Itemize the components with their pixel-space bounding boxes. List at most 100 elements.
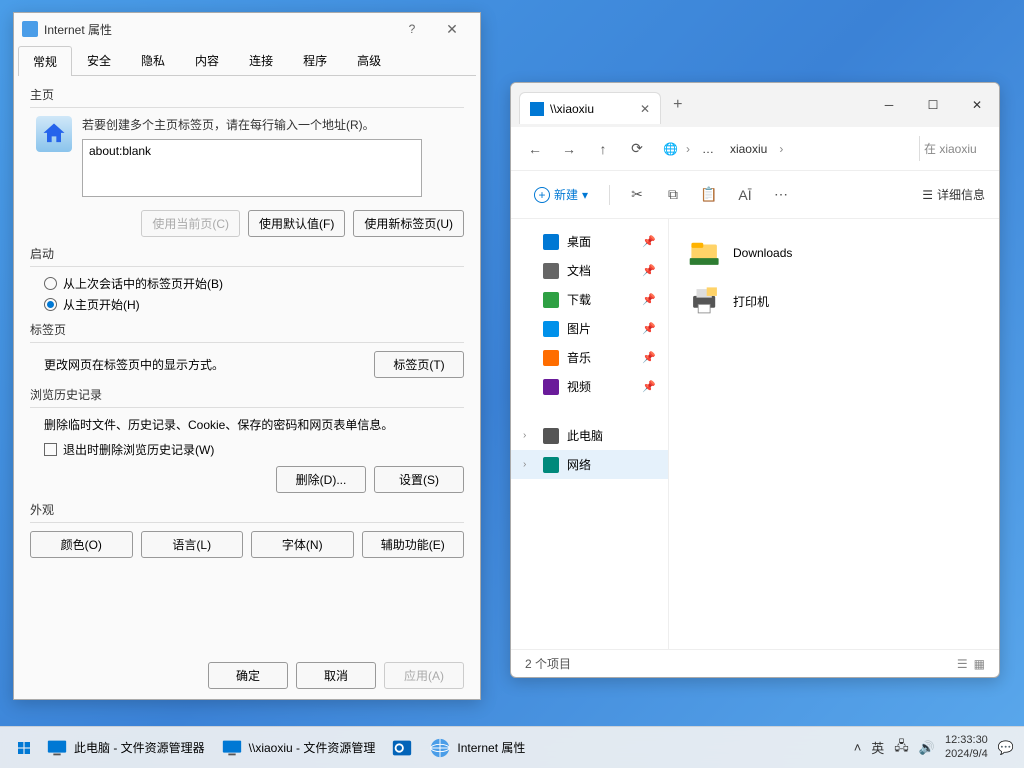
colors-button[interactable]: 颜色(O)	[30, 531, 133, 558]
explorer-tab[interactable]: \\xiaoxiu ✕	[519, 92, 661, 124]
rename-icon[interactable]: AĪ	[730, 180, 760, 210]
volume-icon[interactable]: 🔊	[919, 740, 935, 756]
taskbar-outlook[interactable]	[383, 732, 421, 764]
taskbar-explorer-thispc[interactable]: 此电脑 - 文件资源管理器	[38, 732, 213, 764]
sidebar-documents[interactable]: 文档📌	[511, 256, 668, 285]
delete-button[interactable]: 删除(D)...	[276, 466, 366, 493]
taskbar-explorer-xiaoxiu[interactable]: \\xiaoxiu - 文件资源管理	[213, 732, 384, 764]
tabs-button[interactable]: 标签页(T)	[374, 351, 464, 378]
home-icon	[36, 116, 72, 152]
sidebar-downloads[interactable]: 下载📌	[511, 285, 668, 314]
back-button[interactable]: ←	[521, 135, 549, 163]
details-icon: ☰	[922, 188, 933, 202]
ok-button[interactable]: 确定	[208, 662, 288, 689]
address-bar[interactable]: 🌐 › … xiaoxiu ›	[657, 140, 913, 158]
taskbar-internet-properties[interactable]: Internet 属性	[421, 732, 533, 764]
apply-button: 应用(A)	[384, 662, 464, 689]
tab-connections[interactable]: 连接	[234, 45, 288, 75]
use-current-button: 使用当前页(C)	[141, 210, 240, 237]
breadcrumb-location[interactable]: xiaoxiu	[726, 140, 771, 158]
home-input[interactable]	[82, 139, 422, 197]
network-icon[interactable]: 🖧	[894, 737, 909, 759]
sidebar-pictures[interactable]: 图片📌	[511, 314, 668, 343]
new-tab-button[interactable]: +	[673, 96, 682, 114]
file-downloads[interactable]: Downloads	[683, 229, 985, 277]
tab-advanced[interactable]: 高级	[342, 45, 396, 75]
paste-icon[interactable]: 📋	[694, 180, 724, 210]
settings-button[interactable]: 设置(S)	[374, 466, 464, 493]
start-button[interactable]	[10, 734, 38, 762]
pin-icon: 📌	[642, 322, 656, 335]
use-default-button[interactable]: 使用默认值(F)	[248, 210, 345, 237]
tab-content[interactable]: 内容	[180, 45, 234, 75]
radio-icon	[44, 298, 57, 311]
refresh-button[interactable]: ⟳	[623, 135, 651, 163]
ime-indicator[interactable]: 英	[871, 738, 884, 757]
use-newtab-button[interactable]: 使用新标签页(U)	[353, 210, 464, 237]
view-list-icon[interactable]: ☰	[957, 657, 968, 671]
dialog-content: 主页 若要创建多个主页标签页，请在每行输入一个地址(R)。 使用当前页(C) 使…	[14, 76, 480, 576]
pin-icon: 📌	[642, 293, 656, 306]
new-button[interactable]: + 新建 ▾	[525, 181, 597, 208]
pin-icon: 📌	[642, 380, 656, 393]
forward-button[interactable]: →	[555, 135, 583, 163]
tab-title: \\xiaoxiu	[550, 102, 594, 116]
accessibility-button[interactable]: 辅助功能(E)	[362, 531, 465, 558]
home-desc: 若要创建多个主页标签页，请在每行输入一个地址(R)。	[82, 116, 422, 133]
system-tray: ˄ 英 🖧 🔊 12:33:30 2024/9/4 💬	[854, 734, 1014, 760]
delete-on-exit-checkbox[interactable]: 退出时删除浏览历史记录(W)	[44, 441, 464, 458]
clock[interactable]: 12:33:30 2024/9/4	[945, 734, 988, 760]
copy-icon[interactable]: ⧉	[658, 180, 688, 210]
tab-privacy[interactable]: 隐私	[126, 45, 180, 75]
cut-icon[interactable]: ✂	[622, 180, 652, 210]
view-grid-icon[interactable]: ▦	[974, 657, 985, 671]
sidebar-network[interactable]: ›网络	[511, 450, 668, 479]
pin-icon: 📌	[642, 264, 656, 277]
notifications-icon[interactable]: 💬	[998, 740, 1014, 756]
chevron-right-icon: ›	[523, 459, 535, 470]
nav-bar: ← → ↑ ⟳ 🌐 › … xiaoxiu › 在 xiaoxiu	[511, 127, 999, 171]
details-button[interactable]: ☰ 详细信息	[922, 186, 985, 203]
fonts-button[interactable]: 字体(N)	[251, 531, 354, 558]
tray-chevron-icon[interactable]: ˄	[854, 740, 862, 755]
file-printer[interactable]: 打印机	[683, 277, 985, 325]
file-label: 打印机	[733, 293, 769, 310]
cancel-button[interactable]: 取消	[296, 662, 376, 689]
tab-close-icon[interactable]: ✕	[640, 102, 650, 116]
status-text: 2 个项目	[525, 655, 571, 672]
close-button[interactable]: ✕	[432, 21, 472, 38]
explorer-window: \\xiaoxiu ✕ + ─ ☐ ✕ ← → ↑ ⟳ 🌐 › … xiaoxi…	[510, 82, 1000, 678]
sidebar: 桌面📌 文档📌 下载📌 图片📌 音乐📌 视频📌 ›此电脑 ›网络	[511, 219, 669, 649]
more-icon[interactable]: ⋯	[766, 180, 796, 210]
dialog-footer: 确定 取消 应用(A)	[208, 662, 464, 689]
minimize-button[interactable]: ─	[867, 89, 911, 121]
sidebar-desktop[interactable]: 桌面📌	[511, 227, 668, 256]
breadcrumb-dots[interactable]: …	[698, 140, 718, 158]
startup-group-label: 启动	[30, 245, 464, 262]
dialog-title: Internet 属性	[44, 21, 112, 38]
tab-general[interactable]: 常规	[18, 46, 72, 76]
maximize-button[interactable]: ☐	[911, 89, 955, 121]
window-close-button[interactable]: ✕	[955, 89, 999, 121]
chevron-right-icon: ›	[779, 142, 783, 156]
home-group-label: 主页	[30, 86, 464, 103]
globe-icon: 🌐	[663, 142, 678, 156]
up-button[interactable]: ↑	[589, 135, 617, 163]
explorer-titlebar: \\xiaoxiu ✕ + ─ ☐ ✕	[511, 83, 999, 127]
sidebar-videos[interactable]: 视频📌	[511, 372, 668, 401]
tab-icon	[530, 102, 544, 116]
pin-icon: 📌	[642, 351, 656, 364]
tab-security[interactable]: 安全	[72, 45, 126, 75]
checkbox-icon	[44, 443, 57, 456]
tab-programs[interactable]: 程序	[288, 45, 342, 75]
chevron-down-icon: ▾	[582, 188, 588, 202]
dialog-icon	[22, 21, 38, 37]
startup-home-radio[interactable]: 从主页开始(H)	[44, 296, 464, 313]
startup-last-session-radio[interactable]: 从上次会话中的标签页开始(B)	[44, 275, 464, 292]
sidebar-music[interactable]: 音乐📌	[511, 343, 668, 372]
languages-button[interactable]: 语言(L)	[141, 531, 244, 558]
search-input[interactable]: 在 xiaoxiu	[919, 136, 989, 161]
status-bar: 2 个项目 ☰ ▦	[511, 649, 999, 677]
sidebar-thispc[interactable]: ›此电脑	[511, 421, 668, 450]
help-button[interactable]: ?	[392, 22, 432, 36]
